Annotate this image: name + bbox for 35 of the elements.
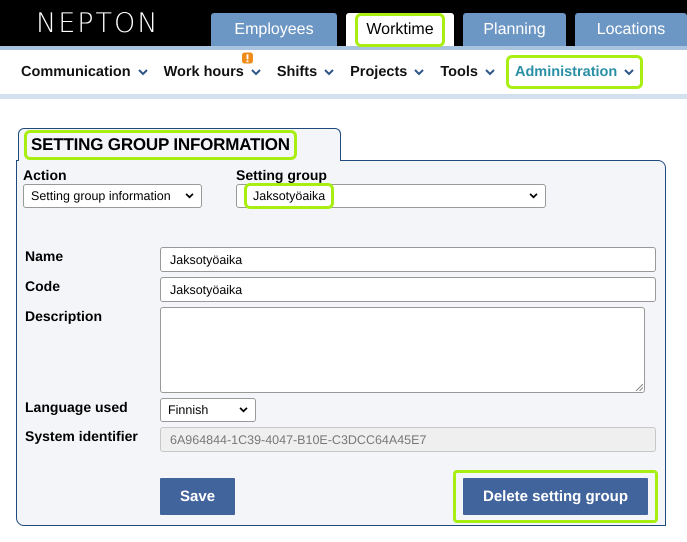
logo: NEPTON — [35, 8, 160, 38]
menu-item[interactable]: Shifts — [274, 59, 336, 85]
field-label: Action — [23, 167, 68, 183]
field-label: Code — [24, 277, 61, 296]
button[interactable]: Save — [160, 478, 236, 515]
caret-icon — [624, 68, 634, 76]
caret-icon — [138, 68, 148, 76]
caret-icon — [185, 193, 194, 199]
dropdown[interactable]: Setting group information — [23, 184, 202, 208]
field-label: Language used — [24, 398, 129, 417]
field-label: Description — [24, 307, 104, 326]
text-area[interactable] — [160, 307, 645, 393]
dropdown[interactable]: Finnish — [160, 398, 256, 422]
field-label: Setting group — [236, 167, 328, 183]
caret-icon — [414, 68, 424, 76]
menu-item[interactable]: Work hours — [162, 59, 263, 85]
resize-grip-icon[interactable] — [635, 383, 643, 391]
menu-item[interactable]: Projects — [348, 59, 426, 85]
field-label: Name — [24, 247, 64, 266]
caret-icon — [239, 407, 248, 413]
input-field[interactable]: Jaksotyöaika — [160, 277, 656, 302]
button[interactable]: Delete setting group — [462, 478, 648, 515]
dropdown[interactable]: Jaksotyöaika — [236, 184, 546, 208]
input-field[interactable]: Jaksotyöaika — [160, 247, 656, 272]
caret-icon — [529, 193, 538, 199]
menu-item[interactable]: Communication — [21, 59, 150, 85]
nav-tab[interactable]: Worktime — [346, 13, 454, 46]
menu-item[interactable]: Administration — [508, 58, 640, 86]
caret-icon — [484, 68, 495, 76]
panel-title: SETTING GROUP INFORMATION — [27, 133, 294, 157]
menu-item[interactable]: Tools — [438, 59, 497, 85]
input-field: 6A964844-1C39-4047-B10E-C3DCC64A45E7 — [160, 427, 656, 452]
caret-icon — [324, 68, 334, 76]
field-label: System identifier — [24, 427, 139, 446]
caret-icon — [250, 68, 261, 76]
